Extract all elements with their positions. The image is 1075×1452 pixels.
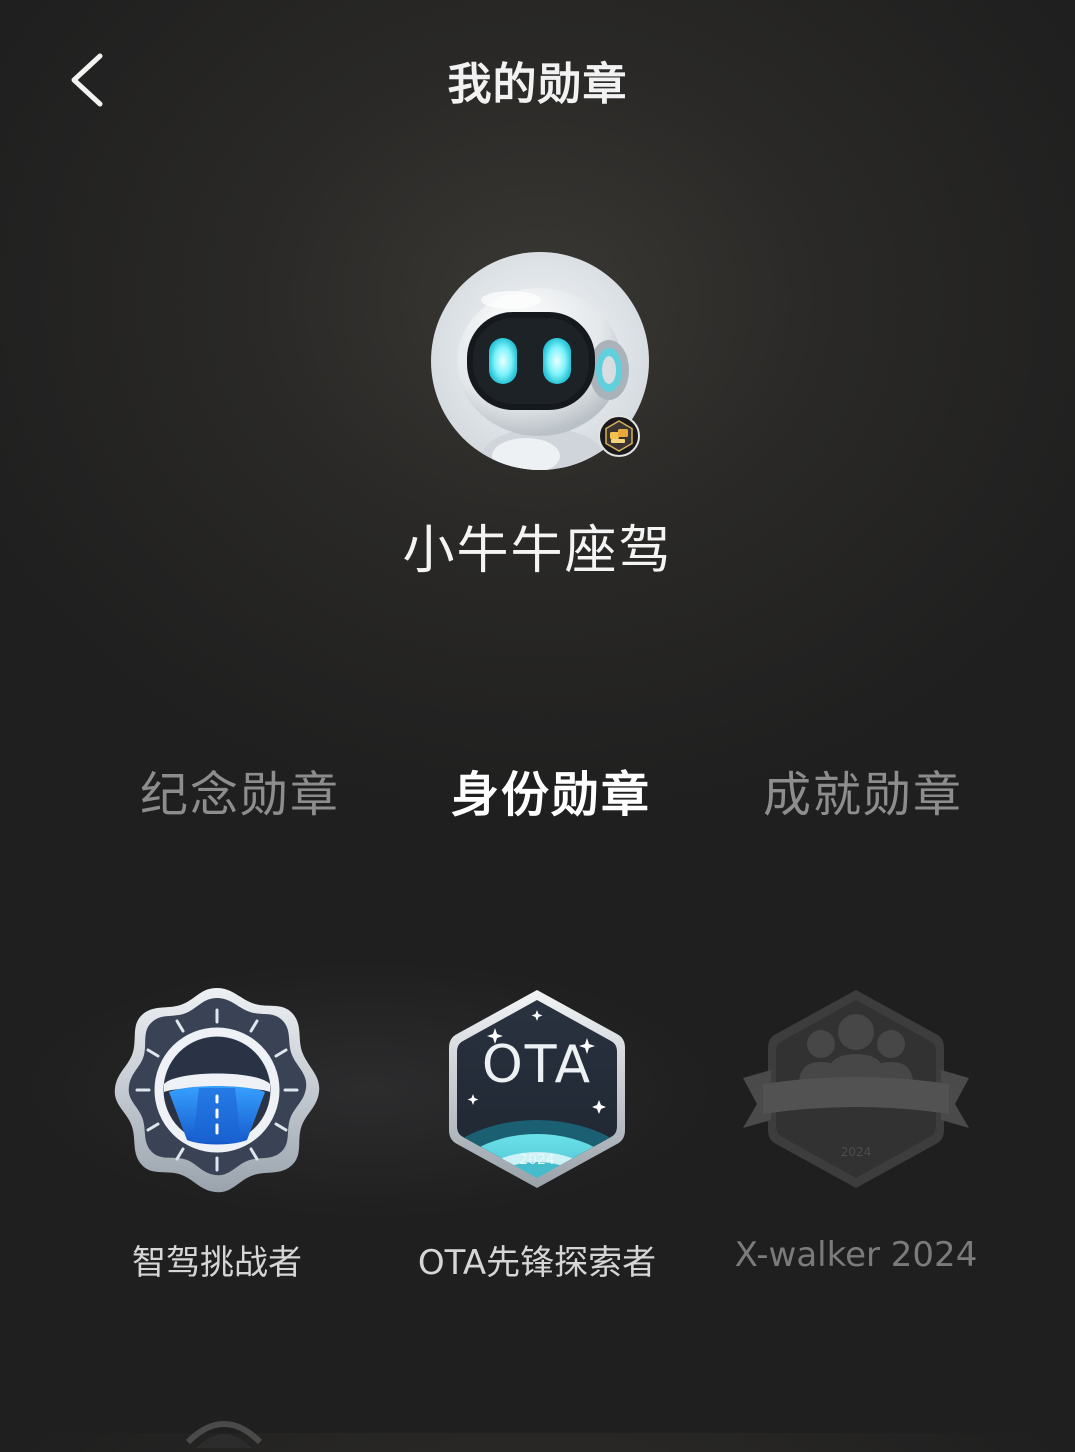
level-badge-icon [597,414,641,458]
tab-achievement[interactable]: 成就勋章 [733,755,993,825]
badge-item-ota-pioneer[interactable]: OTA 2024 OTA先锋探索者 [387,980,687,1290]
badge-item-zhijia-challenger[interactable]: 智驾挑战者 [67,980,367,1290]
page-title: 我的勋章 [447,59,628,110]
badge-label: X-walker 2024 [734,1235,978,1275]
steering-wheel-badge-icon [107,980,327,1200]
tab-identity[interactable]: 身份勋章 [421,755,681,825]
svg-text:2024: 2024 [841,1145,872,1159]
badge-label: 智驾挑战者 [132,1243,302,1283]
badge-category-tabs: 纪念勋章 身份勋章 成就勋章 [0,755,1075,825]
tab-commemorative[interactable]: 纪念勋章 [110,755,370,825]
badge-item-x-walker[interactable]: 2024 X-walker 2024 [706,980,1006,1290]
username: 小牛牛座驾 [402,521,673,581]
header: 我的勋章 [0,0,1075,160]
svg-text:OTA: OTA [482,1035,592,1095]
ota-badge-icon: OTA 2024 [427,980,647,1200]
badge-item-partial[interactable] [178,1412,270,1452]
avatar[interactable] [431,252,649,470]
x-walker-badge-icon: 2024 [743,980,969,1200]
svg-text:2024: 2024 [519,1152,555,1168]
badge-label: OTA先锋探索者 [417,1243,657,1283]
